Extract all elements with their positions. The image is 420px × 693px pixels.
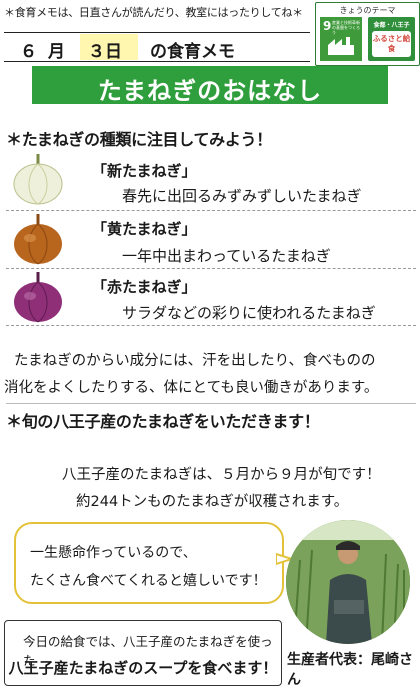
sdg-number: 9: [323, 19, 332, 33]
bubble-line-1: 一生懸命作っているので、: [30, 545, 197, 561]
memo-title: の食育メモ: [150, 42, 235, 62]
benefit-line-2: 消化をよくしたりする、体にとても良い働きがあります。: [4, 380, 379, 396]
onion-3-name: 「赤たまねぎ」: [92, 278, 197, 296]
red-onion-icon: [14, 272, 62, 323]
season-line: 八王子産のたまねぎは、５月から９月が旬です！: [62, 467, 381, 483]
new-onion-icon: [13, 154, 63, 205]
section-1-heading: ＊たまねぎの種類に注目してみよう！: [6, 130, 272, 149]
producer-label: 生産者代表：尾崎さん: [287, 652, 413, 688]
yellow-onion-icon: [14, 214, 62, 265]
day-highlight: ３日: [80, 34, 138, 62]
row-divider: [6, 325, 416, 326]
today-menu-box: 今日の給食では、八王子産のたまねぎを使った 八王子産たまねぎのスープを食べます！: [4, 620, 282, 686]
row-divider: [6, 210, 416, 211]
sdg-9-icon: 9 産業と技術革新の基盤をつくろう: [320, 17, 362, 61]
month-unit: 月: [48, 42, 65, 62]
bubble-line-2: たくさん食べてくれると嬉しいです！: [30, 573, 267, 589]
badge-line-2: ふるさと給食: [372, 34, 411, 53]
date-row: ６ 月 ３日 の食育メモ: [4, 32, 310, 62]
title-banner: たまねぎのおはなし: [32, 66, 388, 105]
producer-photo: [286, 520, 410, 644]
banner-title: たまねぎのおはなし: [97, 77, 323, 105]
month-number: ６: [20, 42, 37, 62]
top-note: ＊食育メモは、日直さんが読んだり、教室にはったりしてね＊: [4, 6, 303, 19]
onion-2-desc: 一年中出まわっているたまねぎ: [122, 247, 331, 265]
sdg-caption: 産業と技術革新の基盤をつくろう: [332, 20, 360, 35]
row-divider: [6, 268, 416, 269]
day-number: ３日: [88, 42, 122, 62]
onion-1-desc: 春先に出回るみずみずしいたまねぎ: [122, 187, 362, 205]
theme-box: きょうのテーマ 9 産業と技術革新の基盤をつくろう 食都・八王子 ふるさと給食: [315, 2, 420, 66]
theme-label: きょうのテーマ: [339, 6, 396, 15]
section-2-heading: ＊旬の八王子産のたまねぎをいただきます！: [6, 412, 320, 431]
furusato-kyushoku-badge: 食都・八王子 ふるさと給食: [368, 17, 415, 61]
menu-dish: 八王子産たまねぎのスープを食べます！: [8, 659, 278, 677]
badge-line-1: 食都・八王子: [373, 22, 410, 29]
onion-2-name: 「黄たまねぎ」: [92, 220, 197, 238]
harvest-line: 約244トンものたまねぎが収穫されます。: [76, 494, 349, 510]
onion-1-name: 「新たまねぎ」: [92, 162, 197, 180]
benefit-line-1: たまねぎのからい成分には、汗を出したり、食べものの: [14, 353, 376, 369]
section-separator: [6, 403, 416, 404]
industry-icon: [328, 37, 354, 55]
onion-3-desc: サラダなどの彩りに使われるたまねぎ: [122, 304, 376, 322]
farmer-speech-bubble: 一生懸命作っているので、 たくさん食べてくれると嬉しいです！: [14, 522, 284, 604]
